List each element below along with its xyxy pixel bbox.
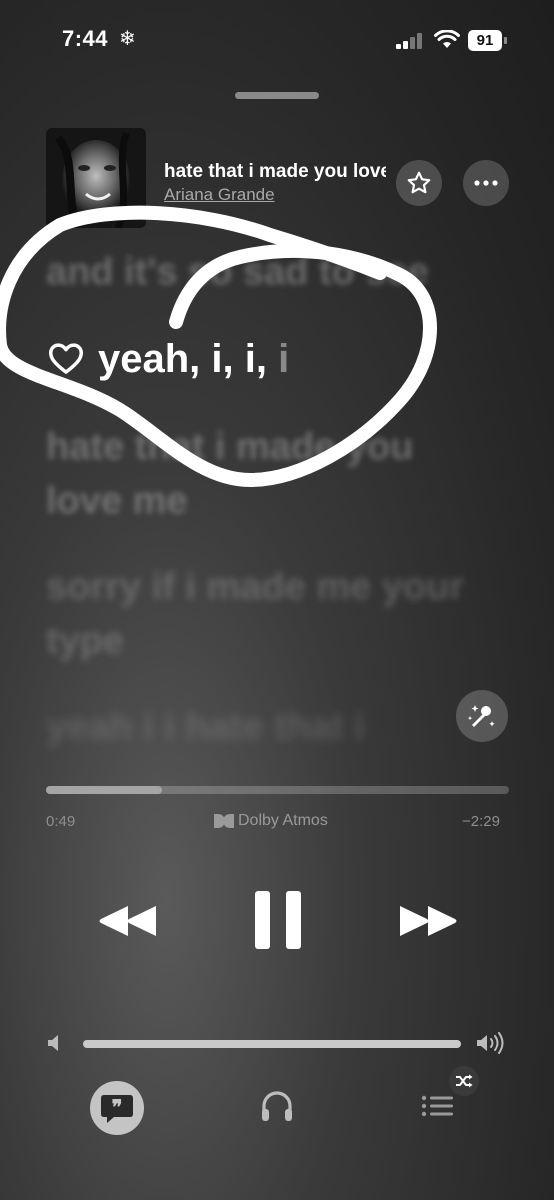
battery-icon: 91: [468, 30, 508, 51]
playback-scrubber[interactable]: [46, 786, 509, 794]
volume-slider[interactable]: [83, 1040, 461, 1048]
fast-forward-icon: [400, 906, 457, 936]
status-time: 7:44: [62, 26, 109, 51]
shuffle-icon: [456, 1074, 473, 1088]
fast-forward-button[interactable]: [398, 904, 458, 938]
cellular-signal-icon: [396, 33, 422, 49]
lyric-line-next[interactable]: sorry if i made me your type: [46, 560, 486, 668]
queue-list-icon: [421, 1095, 453, 1117]
album-artwork[interactable]: [46, 128, 146, 228]
pause-icon: [255, 891, 301, 949]
volume-level-fill: [83, 1040, 461, 1048]
dolby-atmos-badge: Dolby Atmos: [214, 812, 328, 830]
rewind-button[interactable]: [98, 904, 158, 938]
favorite-button[interactable]: [396, 160, 442, 206]
sheet-grabber[interactable]: [235, 92, 319, 99]
airplay-audio-icon: [262, 1091, 292, 1121]
svg-text:❞: ❞: [112, 1097, 123, 1119]
lyric-line-next[interactable]: hate that i made you love me: [46, 420, 486, 528]
airplay-audio-button[interactable]: [259, 1088, 295, 1124]
lyric-unsung-text: i: [266, 337, 290, 381]
pause-button[interactable]: [255, 891, 301, 949]
shuffle-badge: [449, 1066, 479, 1096]
rewind-icon: [99, 906, 156, 936]
more-icon: [474, 180, 498, 186]
volume-high-icon: [477, 1032, 504, 1054]
sing-button[interactable]: [456, 690, 508, 742]
heart-icon: [48, 343, 84, 374]
remaining-time: −2:29: [462, 813, 500, 830]
lyrics-quote-icon: ❞: [101, 1095, 133, 1123]
song-title[interactable]: hate that i made you love me: [164, 161, 386, 183]
artist-link[interactable]: Ariana Grande: [164, 185, 275, 205]
audio-format-label: Dolby Atmos: [238, 812, 328, 829]
volume-low-icon: [48, 1035, 58, 1051]
more-button[interactable]: [463, 160, 509, 206]
star-icon: [407, 171, 431, 194]
snowflake-icon: ❄: [119, 28, 136, 50]
battery-level: 91: [476, 32, 494, 49]
lyric-line-next[interactable]: yeah i i hate that i: [46, 700, 365, 754]
lyric-line-current[interactable]: yeah, i, i, i: [48, 332, 289, 386]
dolby-icon: [214, 814, 234, 828]
lyric-line-previous[interactable]: and it's so sad to see: [46, 245, 429, 299]
queue-button[interactable]: [420, 1090, 456, 1122]
elapsed-time: 0:49: [46, 813, 76, 830]
wifi-icon: [434, 30, 460, 48]
lyrics-button[interactable]: ❞: [90, 1081, 144, 1135]
lyric-sung-text: yeah, i, i,: [98, 337, 267, 381]
playback-progress-fill: [46, 786, 162, 794]
